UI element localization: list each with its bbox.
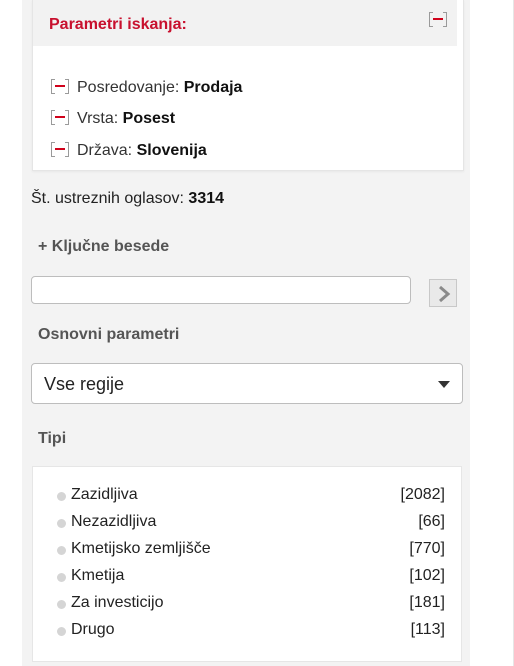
circle-bullet-icon (57, 627, 66, 636)
caret-down-icon (438, 381, 450, 388)
remove-param-icon[interactable] (51, 142, 69, 158)
type-name: Za investicijo (71, 594, 164, 611)
type-count: [113] (410, 621, 445, 638)
circle-bullet-icon (57, 492, 66, 501)
type-item-kmetija[interactable]: Kmetija [102] (57, 567, 445, 589)
type-item-zazidljiva[interactable]: Zazidljiva [2082] (57, 486, 445, 508)
types-title: Tipi (38, 430, 67, 447)
param-label: Posredovanje: (77, 79, 180, 96)
type-name: Kmetijsko zemljišče (71, 540, 211, 557)
type-count: [66] (418, 513, 445, 530)
type-count: [2082] (400, 486, 445, 503)
type-item-drugo[interactable]: Drugo [113] (57, 621, 445, 643)
collapse-parameters-icon[interactable] (429, 12, 447, 28)
circle-bullet-icon (57, 573, 66, 582)
remove-param-icon[interactable] (51, 79, 69, 95)
search-parameters-title: Parametri iskanja: (49, 16, 187, 33)
basic-params-title: Osnovni parametri (38, 326, 180, 343)
region-select[interactable]: Vse regije (31, 363, 463, 404)
param-value: Posest (122, 110, 176, 127)
param-label: Vrsta: (77, 110, 119, 127)
types-list: Zazidljiva [2082] Nezazidljiva [66] Kmet… (32, 466, 462, 662)
keywords-toggle[interactable]: + Ključne besede (38, 238, 169, 256)
param-value: Slovenija (136, 142, 207, 159)
keywords-submit-button[interactable] (429, 279, 457, 307)
circle-bullet-icon (57, 546, 66, 555)
type-name: Zazidljiva (71, 486, 138, 503)
type-name: Nezazidljiva (71, 513, 157, 530)
chevron-right-icon (439, 285, 451, 303)
type-item-nezazidljiva[interactable]: Nezazidljiva [66] (57, 513, 445, 535)
type-name: Drugo (71, 621, 115, 638)
param-value: Prodaja (183, 79, 243, 96)
type-name: Kmetija (71, 567, 125, 584)
type-count: [181] (409, 594, 445, 611)
search-parameters-panel: Parametri iskanja: Posredovanje: Prodaja… (32, 0, 464, 171)
results-count: Št. ustreznih oglasov: 3314 (31, 190, 224, 208)
type-item-za-investicijo[interactable]: Za investicijo [181] (57, 594, 445, 616)
circle-bullet-icon (57, 519, 66, 528)
type-count: [102] (409, 567, 445, 584)
results-count-label: Št. ustreznih oglasov: (31, 190, 184, 207)
circle-bullet-icon (57, 600, 66, 609)
type-item-kmetijsko-zemljisce[interactable]: Kmetijsko zemljišče [770] (57, 540, 445, 562)
region-select-value: Vse regije (44, 374, 125, 394)
search-parameters-header: Parametri iskanja: (33, 0, 457, 46)
keywords-input[interactable] (31, 276, 411, 304)
param-label: Država: (77, 142, 133, 159)
type-count: [770] (409, 540, 445, 557)
remove-param-icon[interactable] (51, 110, 69, 126)
results-count-value: 3314 (188, 190, 225, 207)
